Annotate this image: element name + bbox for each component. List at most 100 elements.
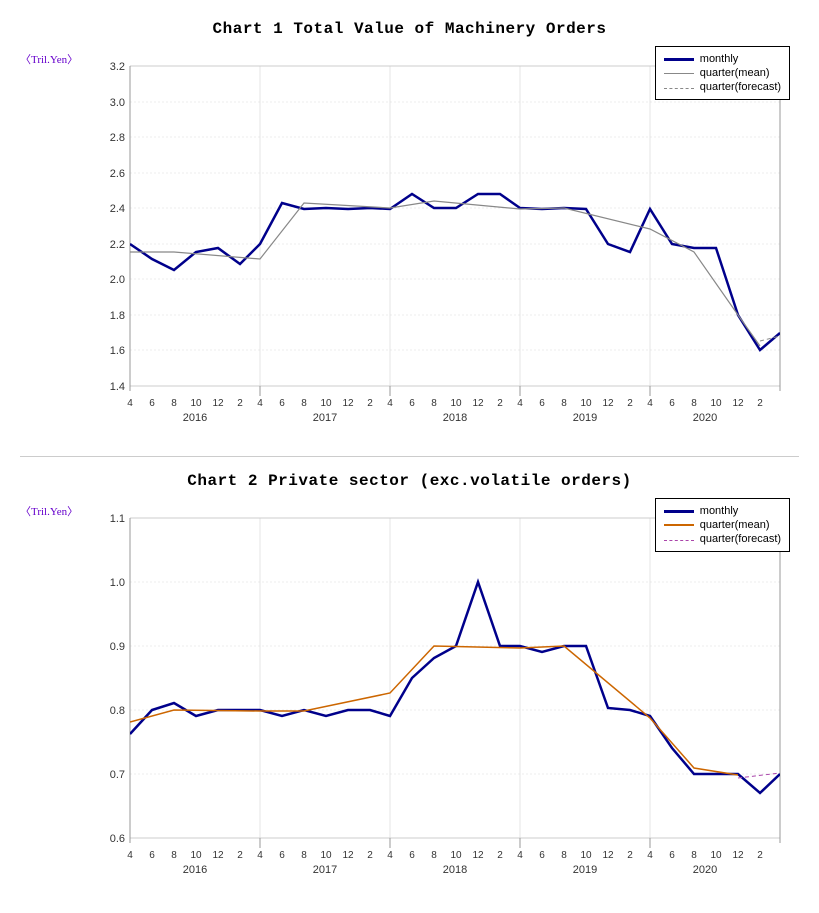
svg-text:1.4: 1.4 [110,381,125,393]
chart2-legend-monthly-line [664,510,694,513]
svg-text:4: 4 [517,398,523,409]
svg-text:12: 12 [603,850,615,861]
chart1-svg: 1.4 1.6 1.8 2.0 2.2 2.4 2.6 2.8 3.0 3.2 [80,46,800,426]
svg-text:8: 8 [691,850,697,861]
svg-text:10: 10 [191,850,203,861]
chart1-y-label: 〈Tril.Yen〉 [20,46,78,431]
svg-text:2.8: 2.8 [110,132,125,144]
svg-text:12: 12 [213,850,225,861]
legend-monthly-line [664,58,694,61]
svg-text:8: 8 [561,850,567,861]
svg-text:4: 4 [387,850,393,861]
svg-text:2: 2 [367,850,373,861]
svg-text:8: 8 [431,850,437,861]
svg-text:12: 12 [733,850,745,861]
chart2-svg: 0.6 0.7 0.8 0.9 1.0 1.1 [80,498,800,878]
svg-text:6: 6 [409,398,415,409]
svg-text:6: 6 [539,850,545,861]
svg-text:2019: 2019 [573,864,597,876]
svg-text:4: 4 [257,398,263,409]
chart2-area: 〈Tril.Yen〉 monthly quarter(mean) quarter… [20,498,799,883]
svg-text:10: 10 [711,850,723,861]
chart2-legend-forecast-text: quarter(forecast) [700,533,781,545]
svg-text:12: 12 [473,850,485,861]
svg-text:2.0: 2.0 [110,274,125,286]
svg-text:2016: 2016 [183,412,207,424]
svg-text:2020: 2020 [693,412,717,424]
svg-text:6: 6 [409,850,415,861]
legend-monthly: monthly [664,53,781,65]
svg-text:2020: 2020 [693,864,717,876]
legend-quarter-forecast: quarter(forecast) [664,81,781,93]
svg-text:2: 2 [497,850,503,861]
chart2-title: Chart 2 Private sector (exc.volatile ord… [20,472,799,490]
svg-text:1.1: 1.1 [110,513,125,525]
svg-text:8: 8 [301,850,307,861]
svg-text:4: 4 [647,850,653,861]
svg-text:2: 2 [757,398,763,409]
svg-text:6: 6 [149,850,155,861]
svg-text:8: 8 [171,398,177,409]
svg-text:0.6: 0.6 [110,833,125,845]
svg-text:4: 4 [517,850,523,861]
svg-text:6: 6 [669,398,675,409]
page: Chart 1 Total Value of Machinery Orders … [0,0,819,913]
svg-text:10: 10 [581,850,593,861]
svg-text:1.6: 1.6 [110,345,125,357]
svg-text:2018: 2018 [443,864,467,876]
svg-text:4: 4 [127,398,133,409]
chart2-inner: monthly quarter(mean) quarter(forecast) [80,498,800,883]
svg-text:10: 10 [321,398,333,409]
svg-text:10: 10 [321,850,333,861]
legend-forecast-text: quarter(forecast) [700,81,781,93]
svg-text:2: 2 [237,850,243,861]
svg-text:2.2: 2.2 [110,239,125,251]
svg-text:0.8: 0.8 [110,705,125,717]
svg-text:2017: 2017 [313,864,337,876]
svg-text:6: 6 [669,850,675,861]
svg-text:12: 12 [733,398,745,409]
svg-text:8: 8 [171,850,177,861]
svg-text:2: 2 [757,850,763,861]
legend-mean-text: quarter(mean) [700,67,770,79]
legend-quarter-mean: quarter(mean) [664,67,781,79]
svg-text:8: 8 [561,398,567,409]
chart2-legend-forecast-line [664,540,694,541]
svg-text:2017: 2017 [313,412,337,424]
chart2-legend-mean: quarter(mean) [664,519,781,531]
svg-text:2019: 2019 [573,412,597,424]
svg-text:10: 10 [451,398,463,409]
svg-text:10: 10 [581,398,593,409]
svg-text:10: 10 [191,398,203,409]
svg-text:2: 2 [237,398,243,409]
svg-text:6: 6 [279,850,285,861]
chart1-title: Chart 1 Total Value of Machinery Orders [20,20,799,38]
chart1-area: 〈Tril.Yen〉 monthly quarter(mean) quarter… [20,46,799,431]
svg-text:10: 10 [451,850,463,861]
chart1-inner: monthly quarter(mean) quarter(forecast) [80,46,800,431]
legend-mean-line [664,73,694,74]
svg-text:3.0: 3.0 [110,97,125,109]
svg-text:12: 12 [343,850,355,861]
svg-text:4: 4 [647,398,653,409]
svg-text:2.4: 2.4 [110,203,125,215]
svg-text:6: 6 [279,398,285,409]
svg-text:2: 2 [627,850,633,861]
svg-text:0.9: 0.9 [110,641,125,653]
svg-text:3.2: 3.2 [110,61,125,73]
svg-text:2: 2 [497,398,503,409]
legend-monthly-text: monthly [700,53,739,65]
svg-text:12: 12 [213,398,225,409]
chart2-legend-mean-line [664,524,694,526]
svg-text:10: 10 [711,398,723,409]
chart-divider [20,456,799,457]
svg-text:8: 8 [691,398,697,409]
chart2-y-label: 〈Tril.Yen〉 [20,498,78,883]
svg-text:4: 4 [257,850,263,861]
svg-text:8: 8 [301,398,307,409]
svg-text:4: 4 [127,850,133,861]
svg-text:2018: 2018 [443,412,467,424]
chart2-section: Chart 2 Private sector (exc.volatile ord… [0,462,819,903]
svg-text:12: 12 [603,398,615,409]
svg-text:0.7: 0.7 [110,769,125,781]
